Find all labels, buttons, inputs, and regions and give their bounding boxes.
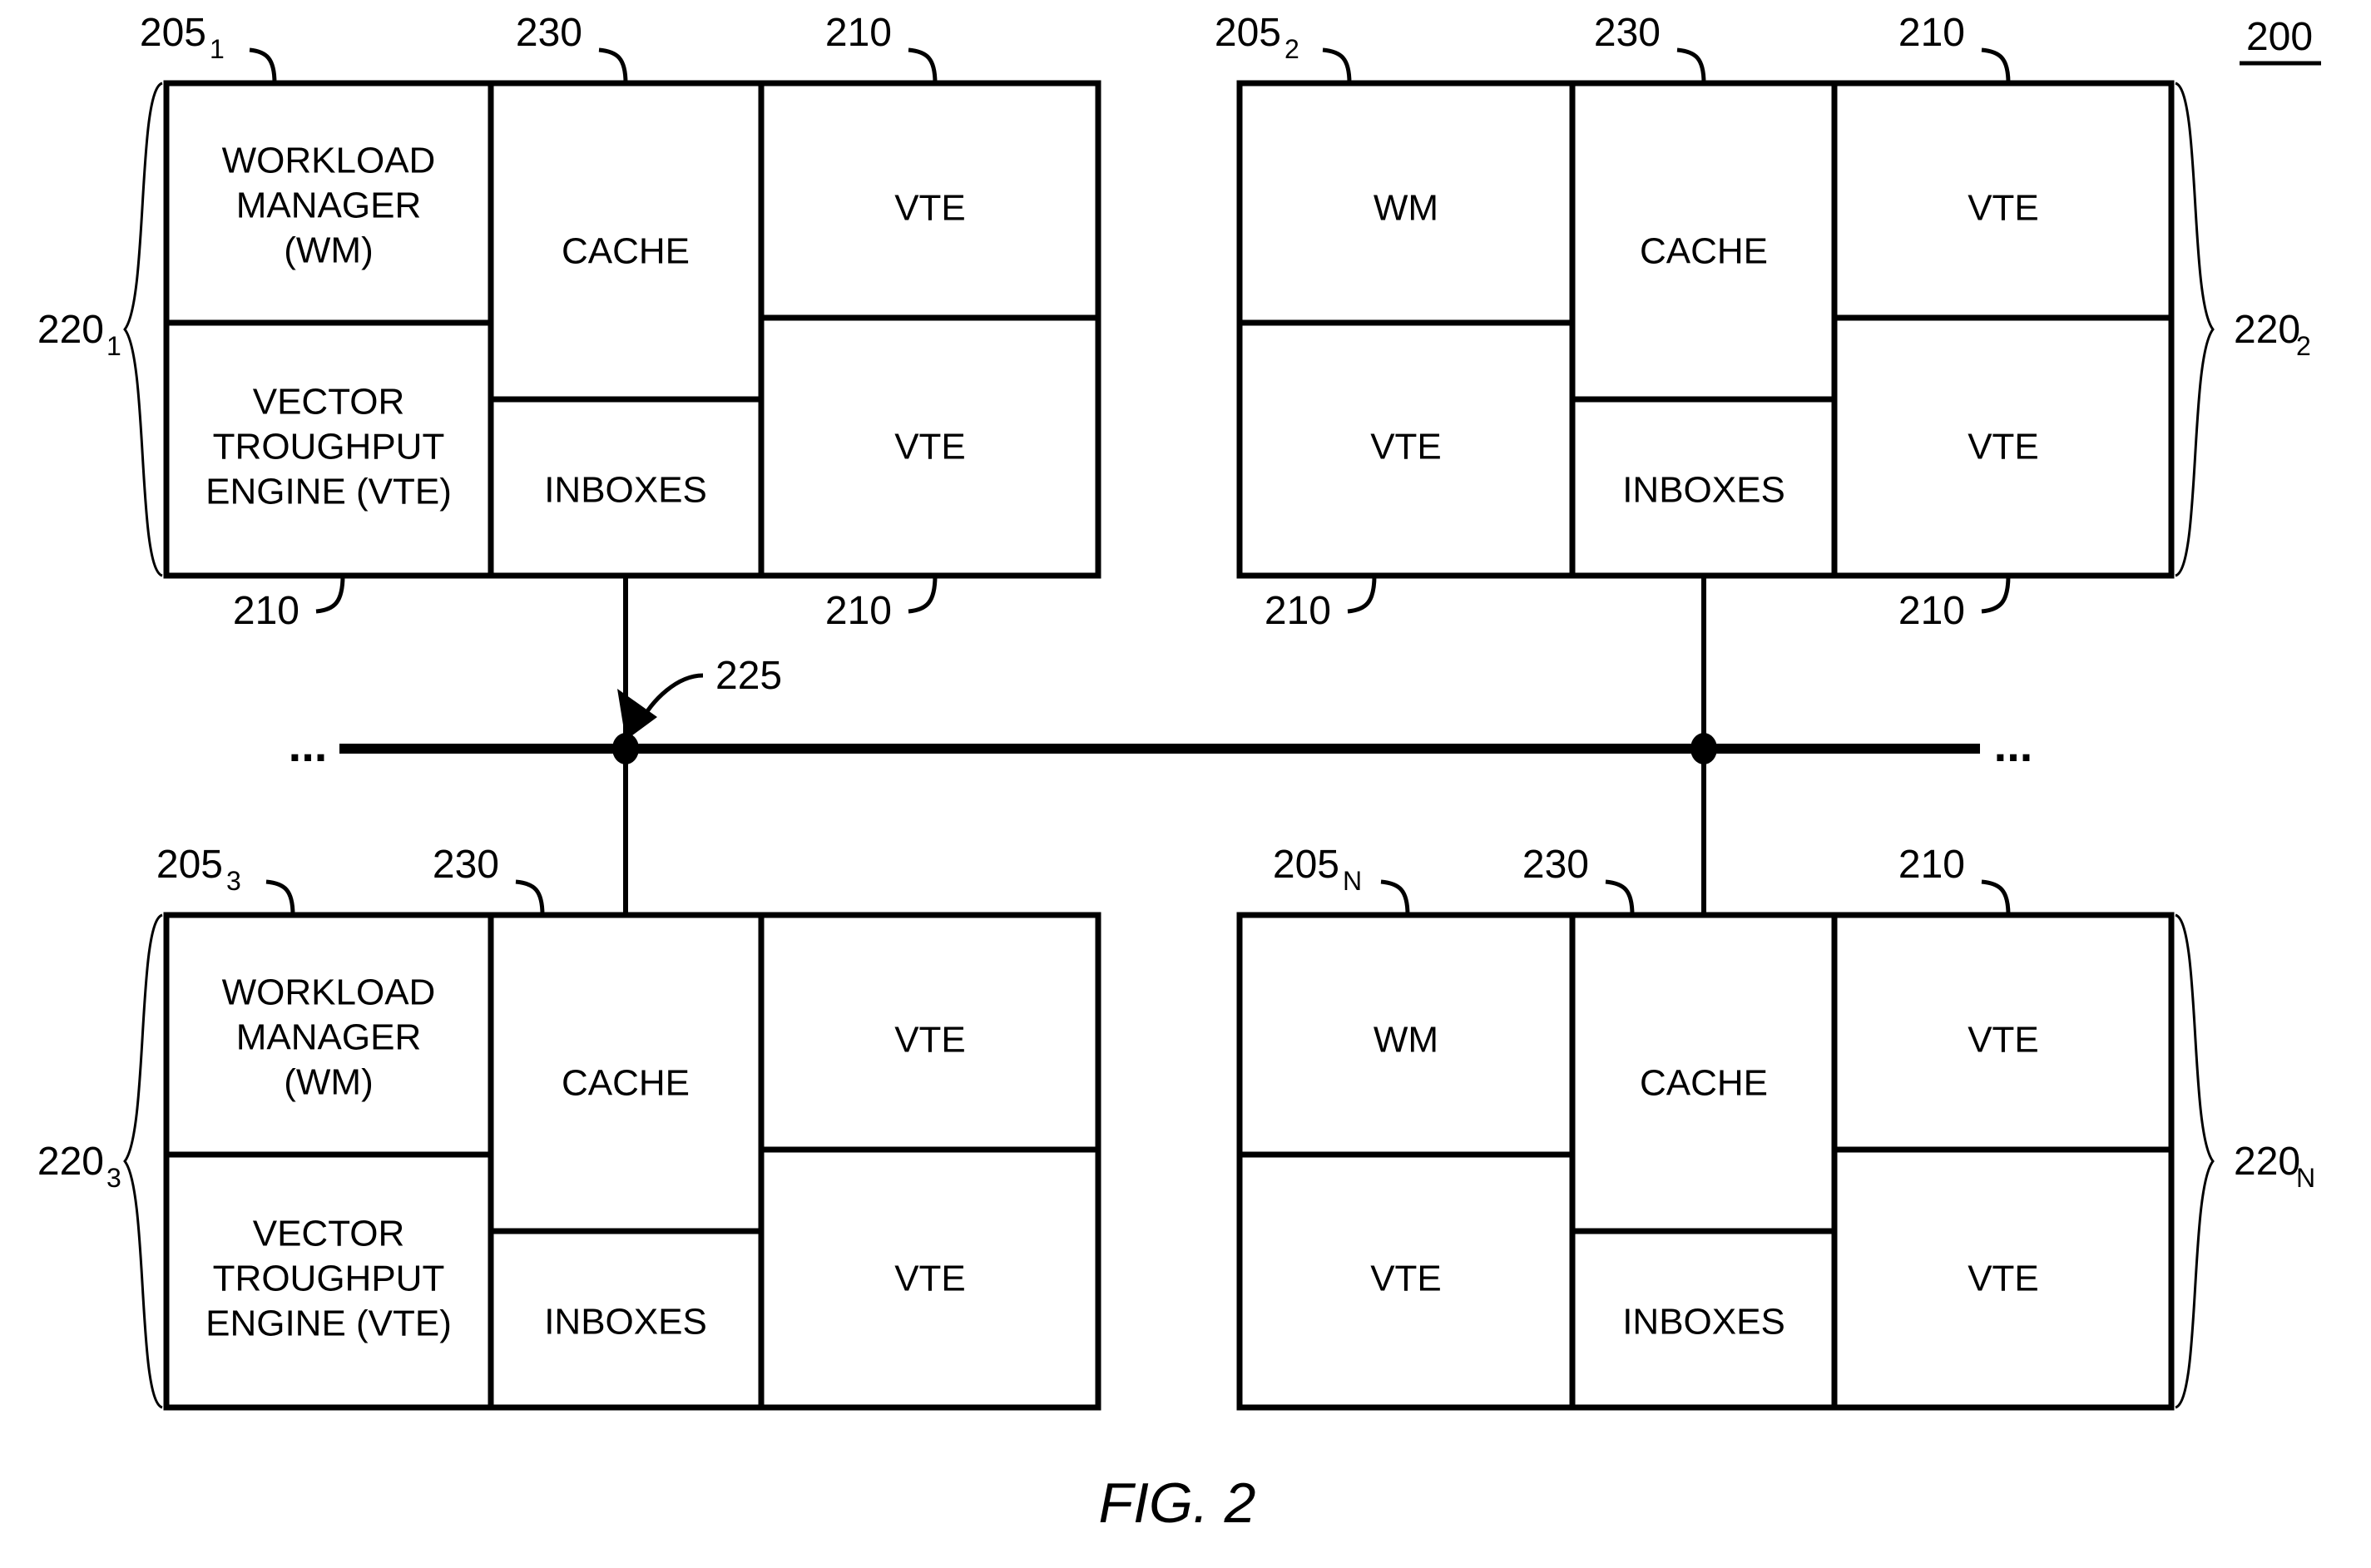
node-N-ref-205-leader <box>1380 879 1410 916</box>
node-3-vte-label-line2: TROUGHPUT <box>213 1259 445 1299</box>
node-1-ref-230-leader <box>598 47 628 84</box>
node-N-ref-210-top-leader <box>1981 879 2011 916</box>
node-1-ref-210-bottom-right: 210 <box>825 589 892 633</box>
node-N-vte2-label: VTE <box>1968 1259 2039 1299</box>
node-2-ref-210-top-leader <box>1981 47 2011 84</box>
node-1-group-ref-220-sub: 1 <box>106 331 121 361</box>
node-N-group-brace <box>2175 913 2215 1409</box>
node-2-inboxes-label: INBOXES <box>1622 470 1785 511</box>
node-1-vte-label-line1: VECTOR <box>253 382 405 423</box>
node-2-vte1-label: VTE <box>1968 188 2039 229</box>
node-3-ref-205-sub: 3 <box>226 866 241 896</box>
node-3-ref-205: 205 <box>156 843 223 887</box>
node-1-vte1-label: VTE <box>894 188 966 229</box>
node-3-ref-205-leader <box>265 879 295 916</box>
node-N-ref-205: 205 <box>1273 843 1339 887</box>
node-2-ref-230-leader <box>1676 47 1706 84</box>
node-2-wm-label: WM <box>1374 188 1438 229</box>
node-1-wm-label-line2: MANAGER <box>236 185 421 226</box>
system-reference-200: 200 <box>2240 15 2321 66</box>
node-1-cache-label: CACHE <box>562 231 690 272</box>
node-2-ref-230: 230 <box>1594 11 1661 55</box>
node-N-vte1-label: VTE <box>1968 1020 2039 1061</box>
node-3-vte-label-line1: VECTOR <box>253 1214 405 1254</box>
node-1-group-brace <box>123 82 163 577</box>
node-2-ref-205-leader <box>1322 47 1352 84</box>
node-3-wm-label-line1: WORKLOAD <box>222 972 436 1013</box>
node-1-vte-label-line3: ENGINE (VTE) <box>205 472 452 512</box>
node-2-ref-205-sub: 2 <box>1284 34 1299 64</box>
node-1-inboxes-label: INBOXES <box>544 470 707 511</box>
node-1-ref-210-bottom-left: 210 <box>233 589 299 633</box>
bus-ref-225: 225 <box>715 654 782 698</box>
node-2-ref-210-bottom-left: 210 <box>1265 589 1331 633</box>
node-N-vte-label: VTE <box>1370 1259 1442 1299</box>
patent-figure-2: WORKLOAD MANAGER (WM) VECTOR TROUGHPUT E… <box>0 0 2371 1568</box>
node-3-vte-label-line3: ENGINE (VTE) <box>205 1303 452 1344</box>
node-1-wm-label-line1: WORKLOAD <box>222 141 436 181</box>
node-1-vte2-label: VTE <box>894 427 966 467</box>
node-2-ref-210-top: 210 <box>1898 11 1965 55</box>
node-3-group-ref-220: 220 <box>37 1140 104 1184</box>
node-3-wm-label-line3: (WM) <box>284 1062 374 1103</box>
node-2-group-brace <box>2175 82 2215 577</box>
node-N-group-ref-220-sub: N <box>2296 1163 2315 1193</box>
node-2-ref-210-bottom-right-leader <box>1981 575 2011 614</box>
node-1-ref-210-top-leader <box>908 47 938 84</box>
node-N-ref-210-top: 210 <box>1898 843 1965 887</box>
node-3-inboxes-label: INBOXES <box>544 1302 707 1343</box>
node-2-group: WM VTE CACHE INBOXES VTE VTE 205 2 230 2… <box>1215 11 2311 633</box>
node-N-wm-label: WM <box>1374 1020 1438 1061</box>
node-2-ref-210-bottom-right: 210 <box>1898 589 1965 633</box>
figure-caption: FIG. 2 <box>1099 1472 1256 1535</box>
node-3-wm-label-line2: MANAGER <box>236 1017 421 1058</box>
node-2-cache-label: CACHE <box>1640 231 1768 272</box>
node-N-ref-205-sub: N <box>1343 866 1362 896</box>
node-1-ref-230: 230 <box>516 11 582 55</box>
node-1-ref-205-sub: 1 <box>210 34 225 64</box>
node-1-group-ref-220: 220 <box>37 308 104 352</box>
bus-junction-dot-2 <box>1690 733 1717 764</box>
node-2-vte-label: VTE <box>1370 427 1442 467</box>
bus-right-ellipsis: ... <box>1994 719 2033 771</box>
node-1-ref-210-top: 210 <box>825 11 892 55</box>
node-2-ref-205: 205 <box>1215 11 1281 55</box>
node-3-group-brace <box>123 913 163 1409</box>
node-N-group-ref-220: 220 <box>2234 1140 2300 1184</box>
node-2-group-ref-220-sub: 2 <box>2296 331 2311 361</box>
node-1-ref-210-bottom-left-leader <box>315 575 345 614</box>
node-2-group-ref-220: 220 <box>2234 308 2300 352</box>
node-1-wm-label-line3: (WM) <box>284 230 374 271</box>
node-N-inboxes-label: INBOXES <box>1622 1302 1785 1343</box>
node-2-vte2-label: VTE <box>1968 427 2039 467</box>
node-1-ref-205-leader <box>249 47 277 84</box>
node-2-ref-210-bottom-left-leader <box>1347 575 1377 614</box>
node-3-cache-label: CACHE <box>562 1063 690 1104</box>
node-N-ref-230-leader <box>1605 879 1635 916</box>
node-3-vte1-label: VTE <box>894 1020 966 1061</box>
system-ref-200-label: 200 <box>2246 15 2313 59</box>
node-1-group: WORKLOAD MANAGER (WM) VECTOR TROUGHPUT E… <box>37 11 1101 633</box>
node-1-ref-210-bottom-right-leader <box>908 575 938 614</box>
bus-left-ellipsis: ... <box>289 719 328 771</box>
node-3-vte2-label: VTE <box>894 1259 966 1299</box>
node-3-group: WORKLOAD MANAGER (WM) VECTOR TROUGHPUT E… <box>37 843 1101 1411</box>
node-N-cache-label: CACHE <box>1640 1063 1768 1104</box>
node-1-vte-label-line2: TROUGHPUT <box>213 427 445 467</box>
node-N-ref-230: 230 <box>1522 843 1589 887</box>
node-3-ref-230: 230 <box>433 843 499 887</box>
bus-225-group: ... ... 225 <box>289 576 2033 915</box>
node-3-ref-230-leader <box>515 879 545 916</box>
node-N-group: WM VTE CACHE INBOXES VTE VTE 205 N 230 2… <box>1236 843 2315 1411</box>
node-3-group-ref-220-sub: 3 <box>106 1163 121 1193</box>
node-1-ref-205: 205 <box>140 11 206 55</box>
